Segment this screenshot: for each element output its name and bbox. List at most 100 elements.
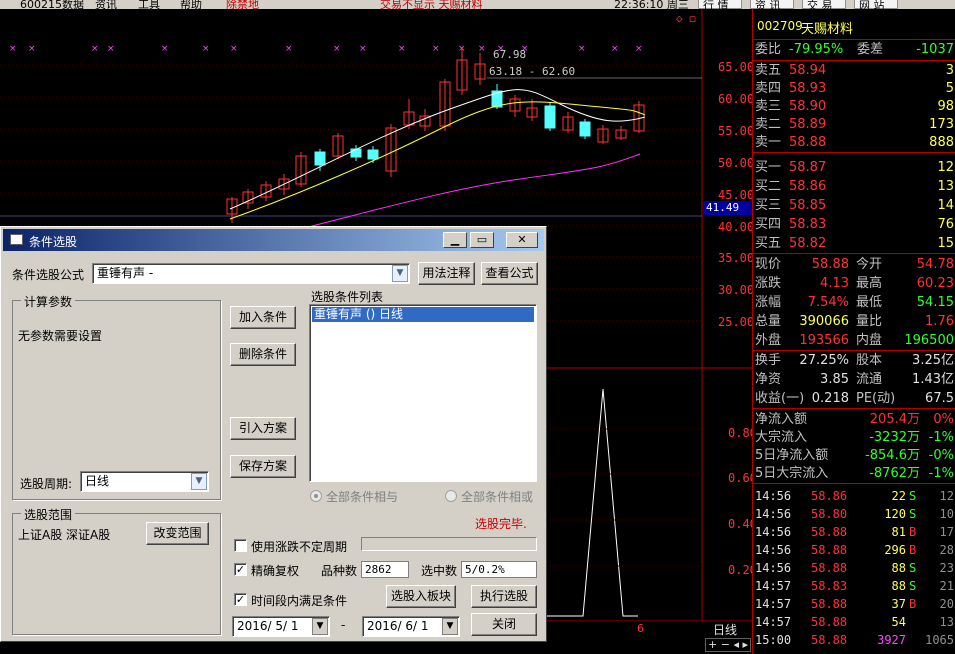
website-tab[interactable]: 网 站 — [854, 0, 898, 9]
tick-time: 14:56 — [755, 507, 792, 521]
dialog-title-bar[interactable]: 条件选股 ▁ ▭ ✕ — [3, 229, 544, 251]
bid-price: 58.85 — [789, 198, 827, 213]
close-icon[interactable]: ✕ — [506, 232, 538, 248]
date-to-picker[interactable]: 2016/ 6/ 1 ▼ — [362, 616, 460, 637]
into-block-button[interactable]: 选股入板块 — [386, 585, 456, 608]
chevron-down-icon[interactable]: ▼ — [312, 618, 328, 635]
current-price-marker: 41.49 — [703, 201, 751, 215]
radio-and-label: 全部条件相与 — [326, 490, 399, 504]
stat-value: 1.76 — [925, 314, 954, 329]
status-text: 选股完毕. — [475, 517, 527, 531]
marker-star: × — [478, 44, 486, 54]
list-item[interactable]: 重锤有声 () 日线 — [312, 307, 534, 322]
tick-price: 58.88 — [811, 615, 848, 629]
chart-markers: ◇ ◻ — [676, 12, 696, 25]
tick-side: S — [909, 561, 917, 575]
variable-period-checkbox[interactable] — [234, 539, 247, 552]
info-label: 股本 — [856, 353, 883, 368]
tick-price: 58.83 — [811, 579, 848, 593]
variable-period-label: 使用涨跌不定周期 — [251, 540, 348, 554]
info-value: 0.218 — [811, 391, 849, 406]
zoom-controls[interactable]: + − ◂ ▸ — [705, 638, 751, 652]
order-ratio-row: 委比 -79.95% 委差 -1037 — [755, 42, 954, 57]
stock-screener-dialog: 条件选股 ▁ ▭ ✕ 条件选股公式 重锤有声 - ▼ 用法注释 查看公式 计算参… — [0, 226, 547, 642]
flow-label: 净流入额 — [755, 412, 808, 427]
bid-label: 买一 — [755, 160, 782, 175]
flow-row: 5日大宗流入 -8762万 -1% — [753, 465, 955, 483]
menu-help[interactable]: 帮助 — [180, 0, 202, 9]
ask-price: 58.88 — [789, 135, 827, 150]
menu-tools[interactable]: 工具 — [138, 0, 160, 9]
marker-star: × — [91, 44, 99, 54]
marker-star: × — [161, 44, 169, 54]
period-select[interactable]: 日线 ▼ — [80, 471, 209, 492]
period-tab[interactable]: 日线 — [713, 621, 737, 638]
change-range-button[interactable]: 改变范围 — [146, 522, 209, 545]
chevron-down-icon[interactable]: ▼ — [392, 265, 408, 282]
date-from-picker[interactable]: 2016/ 5/ 1 ▼ — [232, 616, 330, 637]
tick-side: B — [909, 543, 917, 557]
menu-news[interactable]: 资讯 — [95, 0, 117, 9]
data-menu[interactable]: 600215数据 — [20, 0, 84, 9]
import-plan-button[interactable]: 引入方案 — [230, 417, 296, 440]
tick-volume: 88 — [891, 561, 906, 575]
minimize-icon[interactable]: ▁ — [443, 232, 467, 248]
stock-name: 天赐材料 — [801, 22, 854, 37]
stat-label: 量比 — [856, 314, 883, 329]
chevron-down-icon[interactable]: ▼ — [191, 473, 207, 490]
run-screen-button[interactable]: 执行选股 — [471, 585, 537, 608]
stat-row: 现价 58.88 今开 54.78 — [753, 256, 955, 274]
save-plan-button[interactable]: 保存方案 — [230, 455, 296, 478]
tick-row: 14:56 58.88 88 S 23 — [753, 559, 955, 577]
tick-price: 58.88 — [811, 561, 848, 575]
condition-list[interactable]: 重锤有声 () 日线 — [309, 304, 537, 482]
radio-or[interactable] — [445, 490, 457, 502]
tick-row: 14:57 58.88 54 13 — [753, 613, 955, 631]
bid-price: 58.82 — [789, 236, 827, 251]
bid-row: 买四 58.83 76 — [753, 216, 955, 234]
delete-condition-button[interactable]: 删除条件 — [230, 343, 296, 366]
params-group: 计算参数 无参数需要设置 选股周期: 日线 ▼ — [12, 293, 221, 500]
add-condition-button[interactable]: 加入条件 — [230, 306, 296, 329]
bid-volume: 12 — [937, 160, 954, 175]
ask-row: 卖一 58.88 888 — [753, 134, 955, 152]
info-value: 3.85 — [820, 372, 849, 387]
stat-label: 涨幅 — [755, 295, 782, 310]
view-formula-button[interactable]: 查看公式 — [481, 262, 538, 285]
range-text: 上证A股 深证A股 — [18, 528, 111, 542]
precise-adjust-checkbox[interactable]: ✓ — [234, 563, 247, 576]
tick-time: 14:56 — [755, 525, 792, 539]
tick-time: 14:56 — [755, 489, 792, 503]
maximize-icon[interactable]: ▭ — [470, 232, 494, 248]
formula-select[interactable]: 重锤有声 - ▼ — [92, 263, 410, 284]
ask-row: 卖五 58.94 3 — [753, 62, 955, 80]
tick-time: 15:00 — [755, 633, 792, 647]
period-condition-checkbox[interactable]: ✓ — [234, 593, 247, 606]
radio-and[interactable] — [310, 490, 322, 502]
tick-volume: 81 — [891, 525, 906, 539]
info-tab[interactable]: 资 讯 — [750, 0, 794, 9]
range-annotation: 63.18 - 62.60 — [489, 65, 576, 78]
price-axis-label: 45.00 — [718, 188, 755, 202]
stat-label: 涨跌 — [755, 276, 782, 291]
x-axis-label: 6 — [637, 622, 644, 635]
tick-row: 14:57 58.88 37 B 20 — [753, 595, 955, 613]
ask-label: 卖一 — [755, 135, 782, 150]
tick-volume: 54 — [891, 615, 906, 629]
usage-notes-button[interactable]: 用法注释 — [418, 262, 475, 285]
candle-body — [350, 148, 362, 158]
tick-row: 14:57 58.83 88 S 21 — [753, 577, 955, 595]
stat-value: 60.23 — [916, 276, 954, 291]
bid-volume: 76 — [937, 217, 954, 232]
tick-time: 14:57 — [755, 597, 792, 611]
close-button[interactable]: 关闭 — [471, 613, 537, 636]
tick-count: 28 — [939, 543, 954, 557]
trade-tab[interactable]: 交 易 — [802, 0, 846, 9]
period-label: 选股周期: — [20, 477, 73, 491]
quote-tab[interactable]: 行 情 — [698, 0, 742, 9]
marker-star: × — [359, 44, 367, 54]
chevron-down-icon[interactable]: ▼ — [442, 618, 458, 635]
ask-volume: 98 — [937, 99, 954, 114]
tick-time: 14:56 — [755, 543, 792, 557]
stat-label: 总量 — [755, 314, 782, 329]
